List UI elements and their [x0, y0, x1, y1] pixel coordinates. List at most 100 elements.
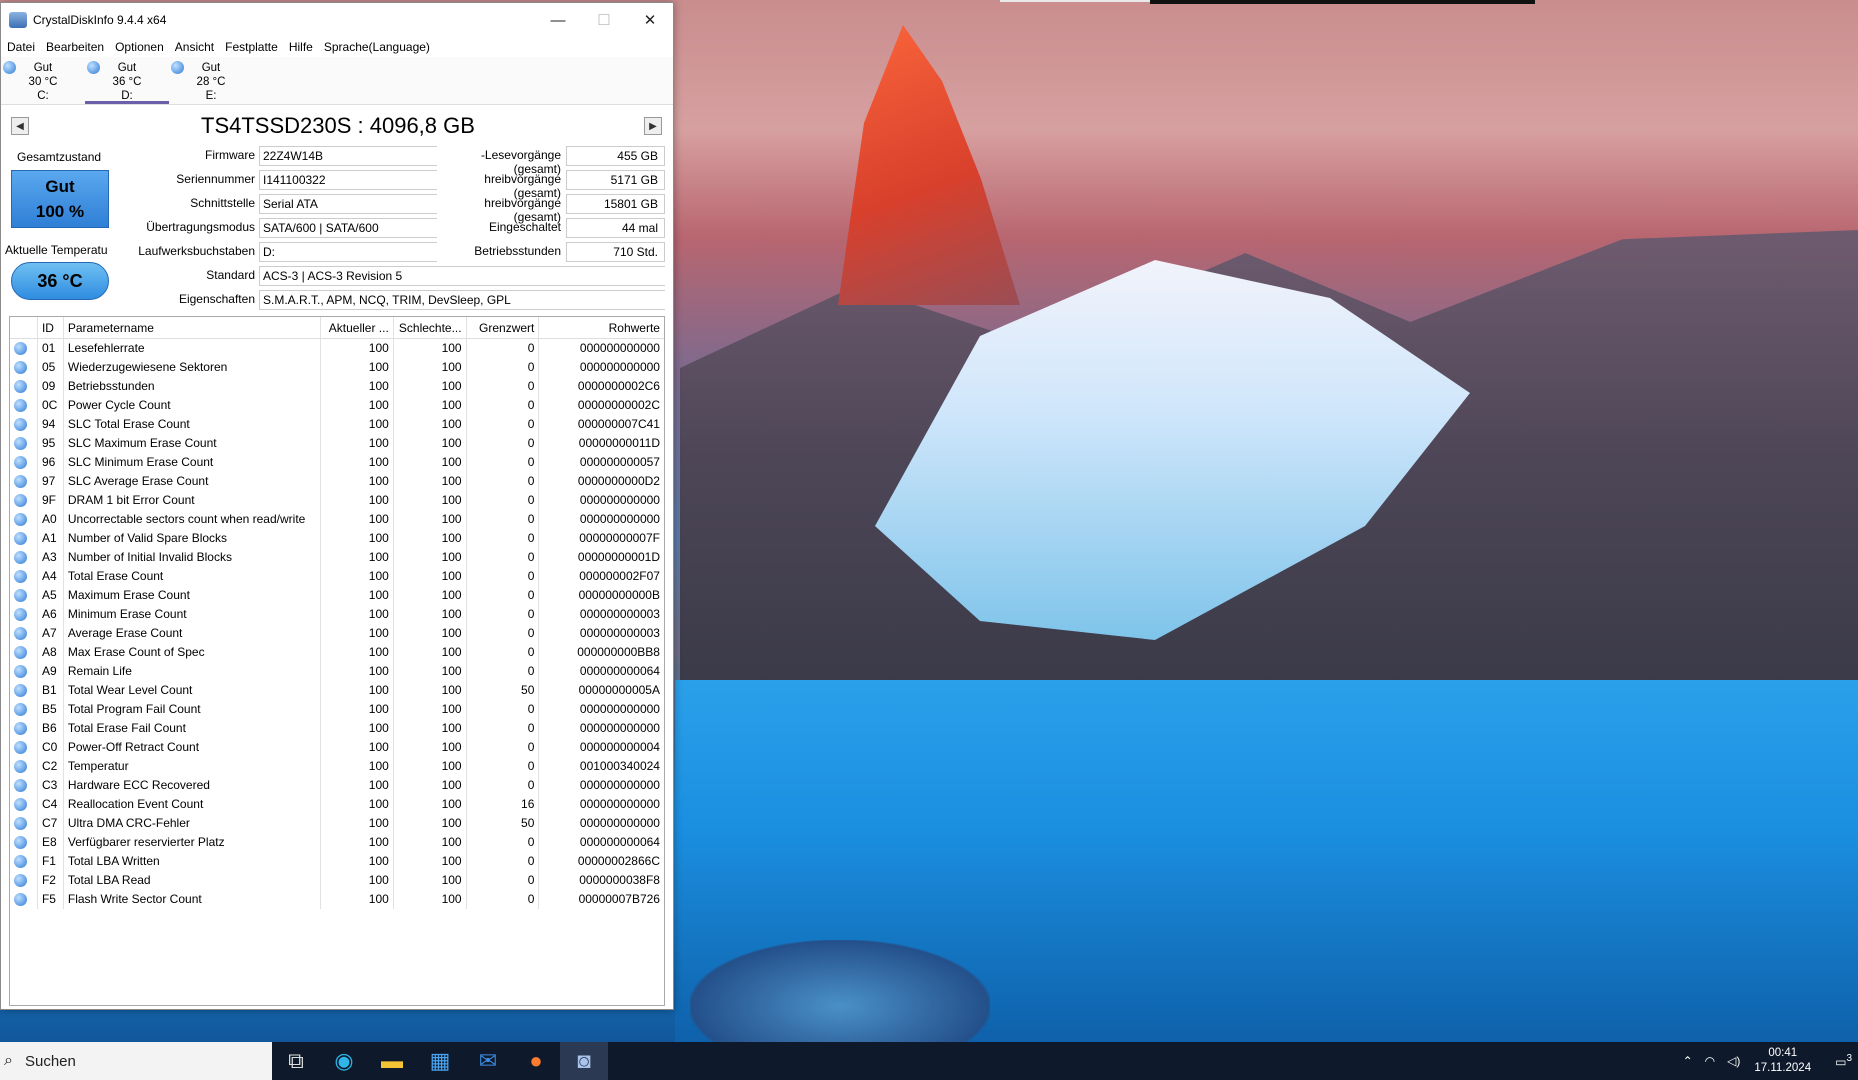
drive-tab-e[interactable]: Gut 28 °C E: — [169, 57, 253, 104]
column-header-worst[interactable]: Schlechte... — [394, 317, 467, 338]
table-row[interactable]: 94 SLC Total Erase Count 100 100 0 000000007C… — [10, 415, 664, 434]
table-row[interactable]: 95 SLC Maximum Erase Count 100 100 0 00000000… — [10, 434, 664, 453]
notification-icon[interactable]: ▭3 — [1835, 1053, 1852, 1069]
menu-sprache[interactable]: Sprache(Language) — [324, 40, 430, 54]
next-disk-icon[interactable]: ▶ — [644, 117, 662, 135]
features-value: S.M.A.R.T., APM, NCQ, TRIM, DevSleep, GP… — [259, 290, 665, 310]
table-row[interactable]: 9F DRAM 1 bit Error Count 100 100 0 000000000… — [10, 491, 664, 510]
column-header-name[interactable]: Parametername — [64, 317, 322, 338]
chevron-up-icon[interactable]: ⌃ — [1683, 1054, 1693, 1068]
menu-festplatte[interactable]: Festplatte — [225, 40, 278, 54]
table-row[interactable]: A6 Minimum Erase Count 100 100 0 000000000003 — [10, 605, 664, 624]
worst-cell: 100 — [394, 396, 467, 415]
table-row[interactable]: C7 Ultra DMA CRC-Fehler 100 100 50 0000000000… — [10, 814, 664, 833]
name-cell: Total Program Fail Count — [64, 700, 322, 719]
raw-cell: 000000000064 — [579, 664, 660, 678]
table-row[interactable]: C4 Reallocation Event Count 100 100 16 000000… — [10, 795, 664, 814]
clock-time: 00:41 — [1768, 1047, 1798, 1059]
table-row[interactable]: A3 Number of Initial Invalid Blocks 100 100… — [10, 548, 664, 567]
table-row[interactable]: 09 Betriebsstunden 100 100 0 0000000002C6 — [10, 377, 664, 396]
table-row[interactable]: 05 Wiederzugewiesene Sektoren 100 100 0 00000… — [10, 358, 664, 377]
drive-letters-value: D: — [259, 242, 437, 262]
status-dot-icon — [14, 741, 27, 754]
status-cell — [10, 681, 38, 700]
table-row[interactable]: E8 Verfügbarer reservierter Platz 100 100 0 0… — [10, 833, 664, 852]
current-cell: 100 — [321, 795, 394, 814]
table-row[interactable]: C2 Temperatur 100 100 0 001000340024 — [10, 757, 664, 776]
minimize-button[interactable]: — — [535, 3, 581, 37]
raw-cell: 000000000000 — [579, 493, 660, 507]
raw-cell: 000000000064 — [579, 835, 660, 849]
table-row[interactable]: A9 Remain Life 100 100 0 000000000064 — [10, 662, 664, 681]
worst-cell: 100 — [394, 624, 467, 643]
table-row[interactable]: A7 Average Erase Count 100 100 0 000000000003 — [10, 624, 664, 643]
menu-hilfe[interactable]: Hilfe — [289, 40, 313, 54]
crystaldiskinfo-taskbar-icon[interactable]: ◙ — [560, 1042, 608, 1080]
drive-tab-c[interactable]: Gut 30 °C C: — [1, 57, 85, 104]
table-row[interactable]: C3 Hardware ECC Recovered 100 100 0 000000000… — [10, 776, 664, 795]
close-button[interactable]: ✕ — [627, 3, 673, 37]
table-row[interactable]: 96 SLC Minimum Erase Count 100 100 0 00000000… — [10, 453, 664, 472]
table-row[interactable]: 0C Power Cycle Count 100 100 0 00000000002C — [10, 396, 664, 415]
drive-letter: E: — [205, 90, 217, 102]
menu-optionen[interactable]: Optionen — [115, 40, 164, 54]
mail-icon[interactable]: ✉ — [464, 1042, 512, 1080]
column-header-current[interactable]: Aktueller ... — [321, 317, 394, 338]
table-row[interactable]: B6 Total Erase Fail Count 100 100 0 000000000… — [10, 719, 664, 738]
worst-cell: 100 — [394, 890, 467, 909]
name-cell: Number of Valid Spare Blocks — [64, 529, 322, 548]
id-cell: B1 — [38, 681, 64, 700]
current-cell: 100 — [321, 624, 394, 643]
table-row[interactable]: A4 Total Erase Count 100 100 0 000000002F07 — [10, 567, 664, 586]
status-dot-icon — [14, 760, 27, 773]
previous-disk-icon[interactable]: ◀ — [11, 117, 29, 135]
column-header-raw[interactable]: Rohwerte — [539, 317, 664, 338]
menu-ansicht[interactable]: Ansicht — [175, 40, 214, 54]
serial-value: I141100322 — [259, 170, 437, 190]
worst-cell: 100 — [394, 700, 467, 719]
clock-date: 17.11.2024 — [1754, 1062, 1812, 1074]
temperature-value[interactable]: 36 °C — [11, 262, 109, 300]
network-icon[interactable]: ◠ — [1705, 1054, 1715, 1068]
threshold-cell: 0 — [467, 415, 540, 434]
table-row[interactable]: F2 Total LBA Read 100 100 0 0000000038F8 — [10, 871, 664, 890]
column-header-status[interactable] — [10, 317, 38, 338]
threshold-cell: 0 — [467, 548, 540, 567]
drive-tab-d[interactable]: Gut 36 °C D: — [85, 57, 169, 104]
table-row[interactable]: 97 SLC Average Erase Count 100 100 0 00000000… — [10, 472, 664, 491]
table-row[interactable]: A8 Max Erase Count of Spec 100 100 0 00000000… — [10, 643, 664, 662]
worst-cell: 100 — [394, 510, 467, 529]
interface-value: Serial ATA — [259, 194, 437, 214]
menu-bar: Datei Bearbeiten Optionen Ansicht Festpl… — [1, 37, 673, 57]
table-row[interactable]: C0 Power-Off Retract Count 100 100 0 00000000… — [10, 738, 664, 757]
table-row[interactable]: B5 Total Program Fail Count 100 100 0 0000000… — [10, 700, 664, 719]
health-status-box[interactable]: Gut 100 % — [11, 170, 109, 228]
table-row[interactable]: A1 Number of Valid Spare Blocks 100 100 0 000… — [10, 529, 664, 548]
menu-datei[interactable]: Datei — [7, 40, 35, 54]
file-explorer-icon[interactable]: ▬ — [368, 1042, 416, 1080]
edge-browser-icon[interactable]: ◉ — [320, 1042, 368, 1080]
table-row[interactable]: 01 Lesefehlerrate 100 100 0 000000000000 — [10, 339, 664, 358]
id-cell: A7 — [38, 624, 64, 643]
table-row[interactable]: F5 Flash Write Sector Count 100 100 0 0000000… — [10, 890, 664, 909]
threshold-cell: 0 — [467, 871, 540, 890]
status-dot-icon — [171, 61, 184, 74]
microsoft-store-icon[interactable]: ▦ — [416, 1042, 464, 1080]
table-row[interactable]: B1 Total Wear Level Count 100 100 50 00000000… — [10, 681, 664, 700]
search-box[interactable]: ⌕ Suchen — [0, 1042, 272, 1080]
firefox-icon[interactable]: ● — [512, 1042, 560, 1080]
table-row[interactable]: A5 Maximum Erase Count 100 100 0 00000000000B — [10, 586, 664, 605]
title-bar[interactable]: CrystalDiskInfo 9.4.4 x64 — ☐ ✕ — [1, 3, 673, 37]
volume-icon[interactable]: ◁) — [1727, 1054, 1740, 1068]
smart-table[interactable]: ID Parametername Aktueller ... Schlechte… — [9, 316, 665, 1006]
id-cell: A5 — [38, 586, 64, 605]
threshold-cell: 0 — [467, 662, 540, 681]
maximize-button[interactable]: ☐ — [581, 3, 627, 37]
menu-bearbeiten[interactable]: Bearbeiten — [46, 40, 104, 54]
column-header-threshold[interactable]: Grenzwert — [467, 317, 540, 338]
table-row[interactable]: F1 Total LBA Written 100 100 0 00000002866C — [10, 852, 664, 871]
table-row[interactable]: A0 Uncorrectable sectors count when read/… — [10, 510, 664, 529]
clock[interactable]: 00:41 17.11.2024 — [1754, 1046, 1811, 1076]
column-header-id[interactable]: ID — [38, 317, 64, 338]
task-view-icon[interactable]: ⧉ — [272, 1042, 320, 1080]
